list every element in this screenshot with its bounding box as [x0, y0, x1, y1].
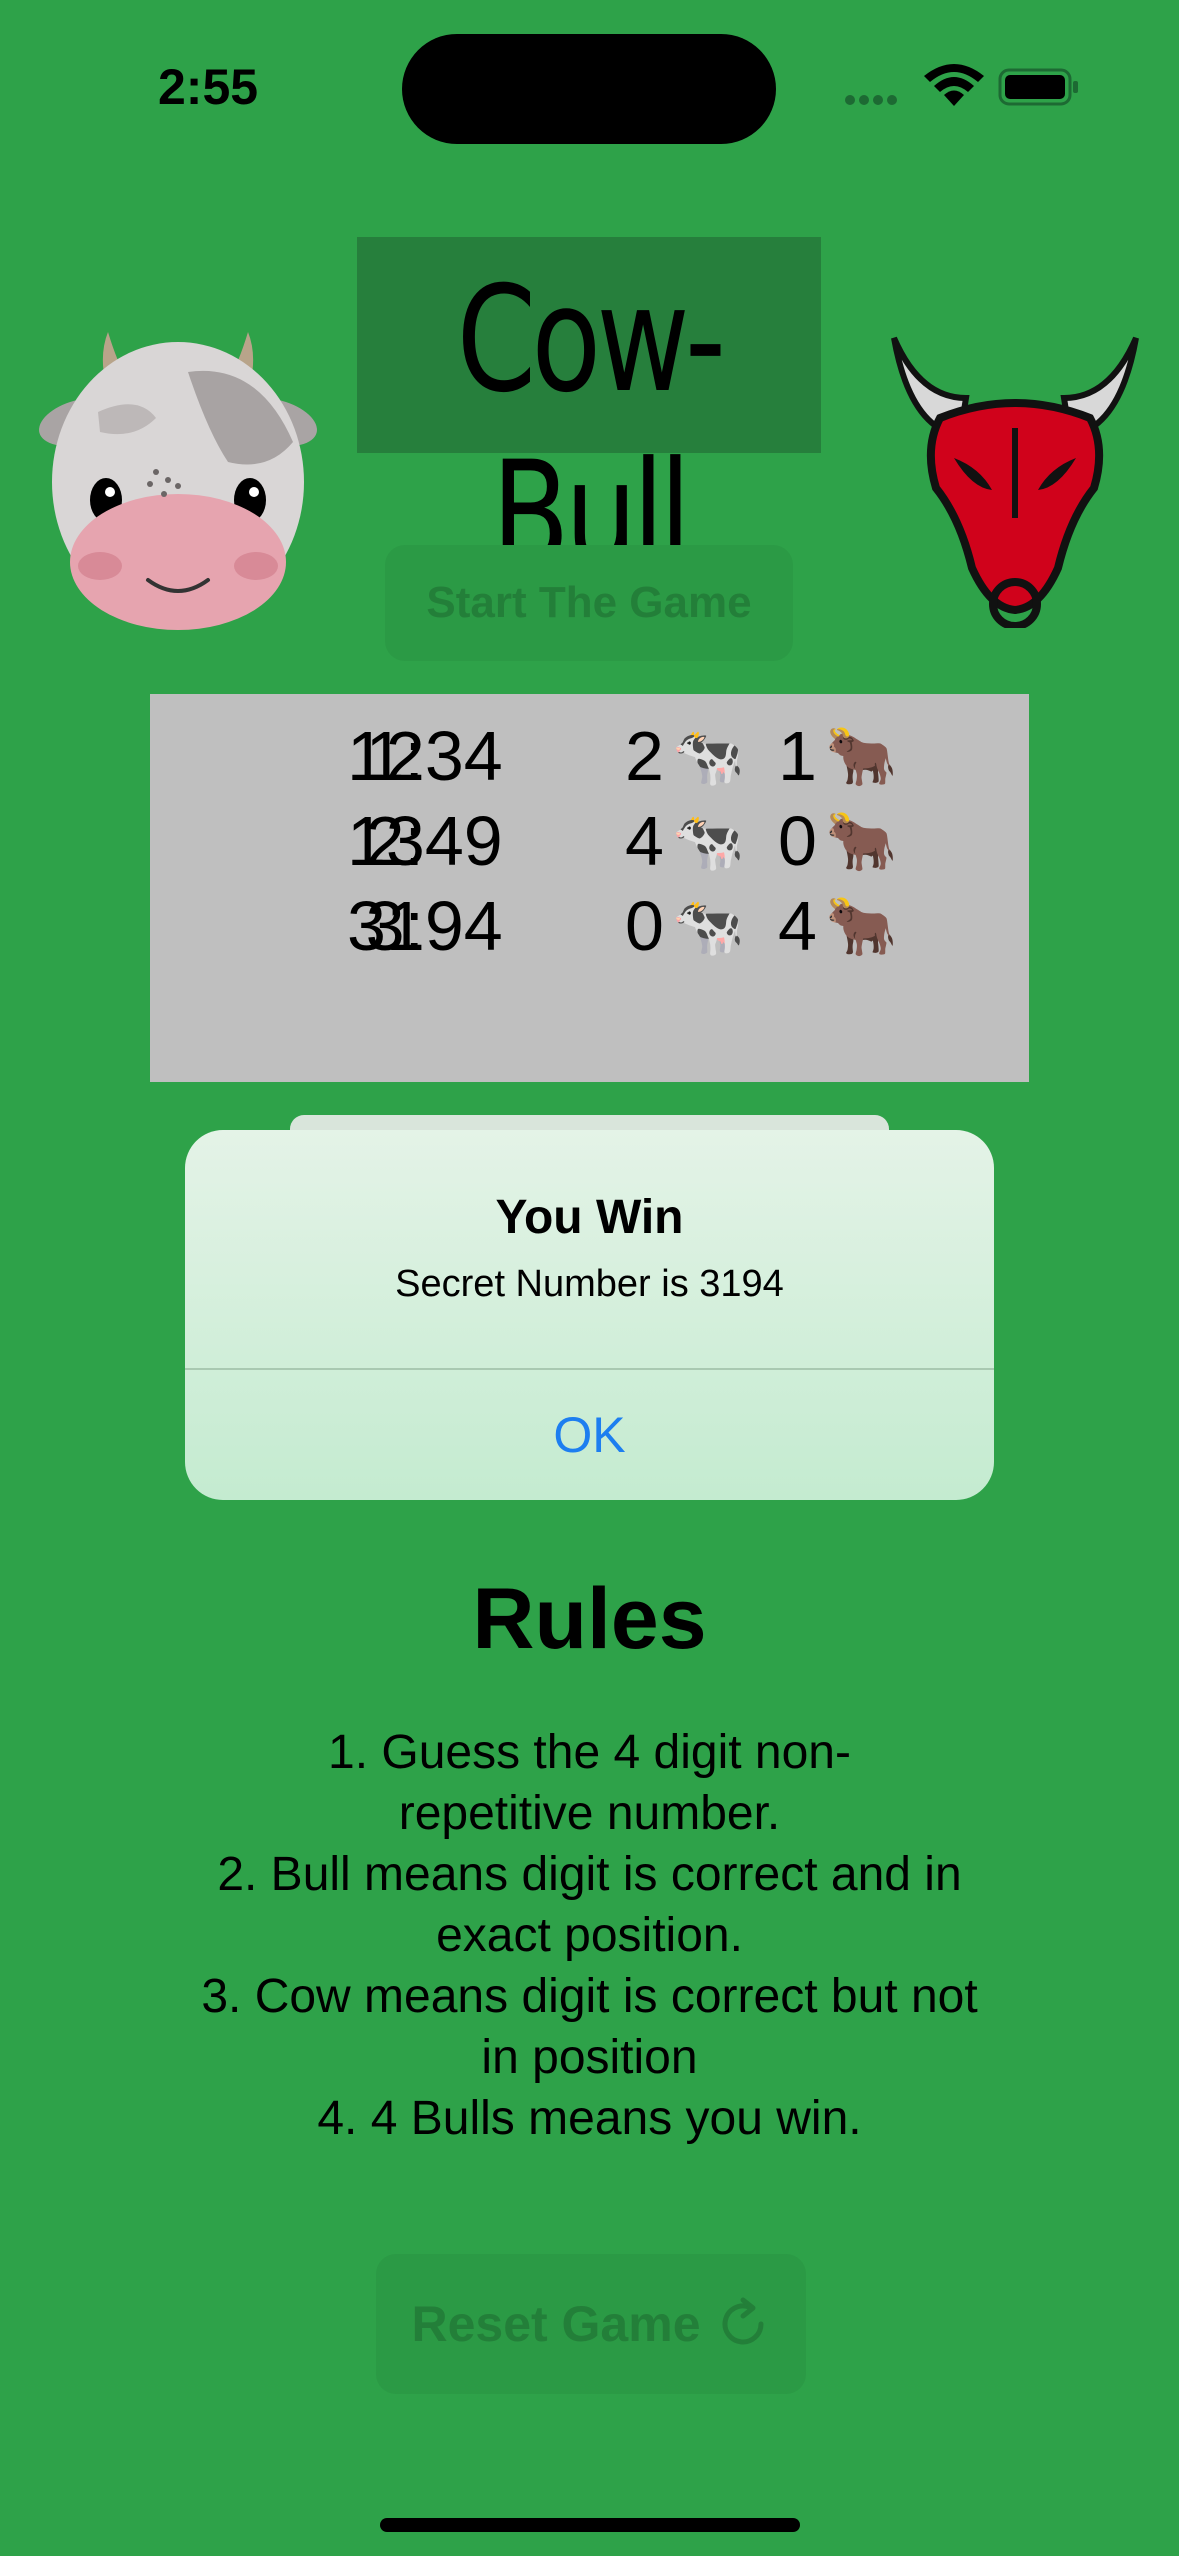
bull-image — [891, 336, 1139, 628]
signal-icon — [845, 95, 897, 105]
bull-icon: 🐂 — [824, 722, 898, 790]
rules-title: Rules — [472, 1571, 707, 1667]
cow-image — [39, 332, 317, 630]
alert-title: You Win — [495, 1191, 684, 1244]
battery-icon — [998, 68, 1078, 106]
bull-count: 0 🐂 — [778, 802, 898, 880]
rules-line: repetitive number. — [398, 1787, 781, 1840]
guess-number: 1234 — [347, 717, 503, 795]
bull-count: 4 🐂 — [778, 887, 898, 965]
dynamic-island — [402, 34, 776, 144]
rules-text: 1. Guess the 4 digit non- repetitive num… — [140, 1722, 1039, 2149]
win-alert: You Win Secret Number is 3194 OK — [185, 1130, 994, 1500]
rules-line: 4. 4 Bulls means you win. — [317, 2092, 862, 2145]
status-time: 2:55 — [158, 59, 259, 115]
bull-icon: 🐂 — [824, 807, 898, 875]
guess-number: 1349 — [347, 802, 503, 880]
reset-game-button[interactable]: Reset Game — [376, 2254, 806, 2394]
guess-row: 1: 1234 2 🐄 1 🐂 — [150, 716, 1029, 802]
start-game-button[interactable]: Start The Game — [385, 545, 793, 661]
rules-line: in position — [481, 2031, 698, 2084]
guess-history-panel: 1: 1234 2 🐄 1 🐂 2: 1349 4 🐄 0 🐂 3: 3194 0 🐄 4… — [150, 694, 1029, 1082]
alert-ok-button[interactable]: OK — [185, 1370, 994, 1500]
cow-count: 0 🐄 — [625, 887, 745, 965]
reset-button-label: Reset Game — [411, 2296, 701, 2352]
cow-icon: 🐄 — [671, 722, 745, 790]
title-banner: Cow-Bull — [357, 237, 821, 600]
cow-icon: 🐄 — [671, 807, 745, 875]
wifi-icon — [924, 64, 984, 106]
cow-count: 4 🐄 — [625, 802, 745, 880]
cow-count: 2 🐄 — [625, 717, 745, 795]
bull-count: 1 🐂 — [778, 717, 898, 795]
rules-line: 3. Cow means digit is correct but not — [201, 1970, 978, 2023]
status-icons — [845, 64, 1078, 106]
guess-row: 2: 1349 4 🐄 0 🐂 — [150, 801, 1029, 887]
rules-line: 2. Bull means digit is correct and in — [217, 1848, 962, 1901]
guess-number: 3194 — [347, 887, 503, 965]
home-indicator[interactable] — [380, 2518, 800, 2532]
cow-icon: 🐄 — [671, 892, 745, 960]
rules-line: exact position. — [436, 1909, 743, 1962]
rules-line: 1. Guess the 4 digit non- — [328, 1726, 851, 1779]
alert-message: Secret Number is 3194 — [395, 1263, 784, 1305]
refresh-icon — [722, 2297, 764, 2345]
guess-row: 3: 3194 0 🐄 4 🐂 — [150, 886, 1029, 972]
bull-icon: 🐂 — [824, 892, 898, 960]
